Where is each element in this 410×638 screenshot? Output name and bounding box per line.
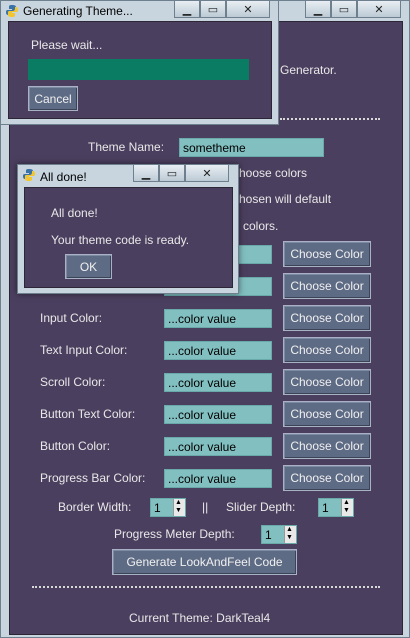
button-text-color-field[interactable]: ...color value xyxy=(164,405,272,424)
current-theme-text: Current Theme: DarkTeal4 xyxy=(129,611,271,625)
please-wait-text: Please wait... xyxy=(31,38,103,52)
progress-bar-fill xyxy=(28,59,249,80)
minimize-icon[interactable]: ▁ xyxy=(133,165,159,182)
choose-color-button[interactable]: Choose Color xyxy=(283,433,371,459)
all-done-window: All done! ▁ ▭ ✕ All done! Your theme cod… xyxy=(17,164,239,294)
cancel-button[interactable]: Cancel xyxy=(28,86,78,111)
instructions-line-2: hosen will default xyxy=(239,192,332,206)
theme-name-input[interactable]: sometheme xyxy=(179,138,324,157)
minimize-icon[interactable]: ▁ xyxy=(174,1,200,18)
progress-window: Generating Theme... ▁ ▭ ✕ Please wait...… xyxy=(0,0,279,125)
spinner-arrows[interactable]: ▲ ▼ xyxy=(341,499,353,516)
text-input-color-label: Text Input Color: xyxy=(40,343,128,357)
close-icon[interactable]: ✕ xyxy=(185,165,229,182)
button-color-field[interactable]: ...color value xyxy=(164,437,272,456)
choose-color-button[interactable]: Choose Color xyxy=(283,369,371,395)
ok-button[interactable]: OK xyxy=(65,254,112,279)
input-color-field[interactable]: ...color value xyxy=(164,309,272,328)
generate-code-button[interactable]: Generate LookAndFeel Code xyxy=(112,549,297,575)
instructions-line-3: colors. xyxy=(243,219,279,233)
minimize-icon[interactable]: ▁ xyxy=(305,1,331,18)
maximize-icon[interactable]: ▭ xyxy=(200,1,226,18)
text-input-color-field[interactable]: ...color value xyxy=(164,341,272,360)
done-message: Your theme code is ready. xyxy=(51,233,190,247)
input-color-label: Input Color: xyxy=(40,311,103,325)
instructions-line-1: hoose colors xyxy=(239,166,308,180)
choose-color-button[interactable]: Choose Color xyxy=(283,401,371,427)
spinner-arrows[interactable]: ▲ ▼ xyxy=(173,499,185,516)
progress-window-title: Generating Theme... xyxy=(23,4,133,18)
spinner-arrows[interactable]: ▲ ▼ xyxy=(284,526,296,543)
choose-color-button[interactable]: Choose Color xyxy=(283,273,371,299)
done-heading: All done! xyxy=(51,206,98,220)
done-window-title: All done! xyxy=(40,170,87,184)
maximize-icon[interactable]: ▭ xyxy=(159,165,185,182)
close-icon[interactable]: ✕ xyxy=(357,1,401,18)
button-color-label: Button Color: xyxy=(40,439,111,453)
progress-depth-value: 1 xyxy=(265,528,272,542)
progress-bar xyxy=(28,59,249,80)
progress-depth-spinner[interactable]: 1 ▲ ▼ xyxy=(261,525,297,544)
top-divider xyxy=(280,118,380,120)
border-width-value: 1 xyxy=(154,501,161,515)
button-text-color-label: Button Text Color: xyxy=(40,407,136,421)
scroll-color-field[interactable]: ...color value xyxy=(164,373,272,392)
progress-bar-color-field[interactable]: ...color value xyxy=(164,469,272,488)
choose-color-button[interactable]: Choose Color xyxy=(283,241,371,267)
slider-depth-label: Slider Depth: xyxy=(226,500,296,514)
choose-color-button[interactable]: Choose Color xyxy=(283,305,371,331)
maximize-icon[interactable]: ▭ xyxy=(331,1,357,18)
theme-name-label: Theme Name: xyxy=(88,140,165,154)
progress-depth-label: Progress Meter Depth: xyxy=(114,527,235,541)
python-icon xyxy=(6,5,18,17)
intro-text: Generator. xyxy=(280,63,337,77)
border-width-spinner[interactable]: 1 ▲ ▼ xyxy=(150,498,186,517)
python-icon xyxy=(23,169,35,181)
progress-bar-color-label: Progress Bar Color: xyxy=(40,471,146,485)
border-width-label: Border Width: xyxy=(58,500,132,514)
close-icon[interactable]: ✕ xyxy=(226,1,270,18)
separator-text: || xyxy=(202,500,209,514)
slider-depth-spinner[interactable]: 1 ▲ ▼ xyxy=(318,498,354,517)
choose-color-button[interactable]: Choose Color xyxy=(283,465,371,491)
slider-depth-value: 1 xyxy=(322,501,329,515)
scroll-color-label: Scroll Color: xyxy=(40,375,106,389)
choose-color-button[interactable]: Choose Color xyxy=(283,337,371,363)
bottom-divider xyxy=(32,586,380,588)
